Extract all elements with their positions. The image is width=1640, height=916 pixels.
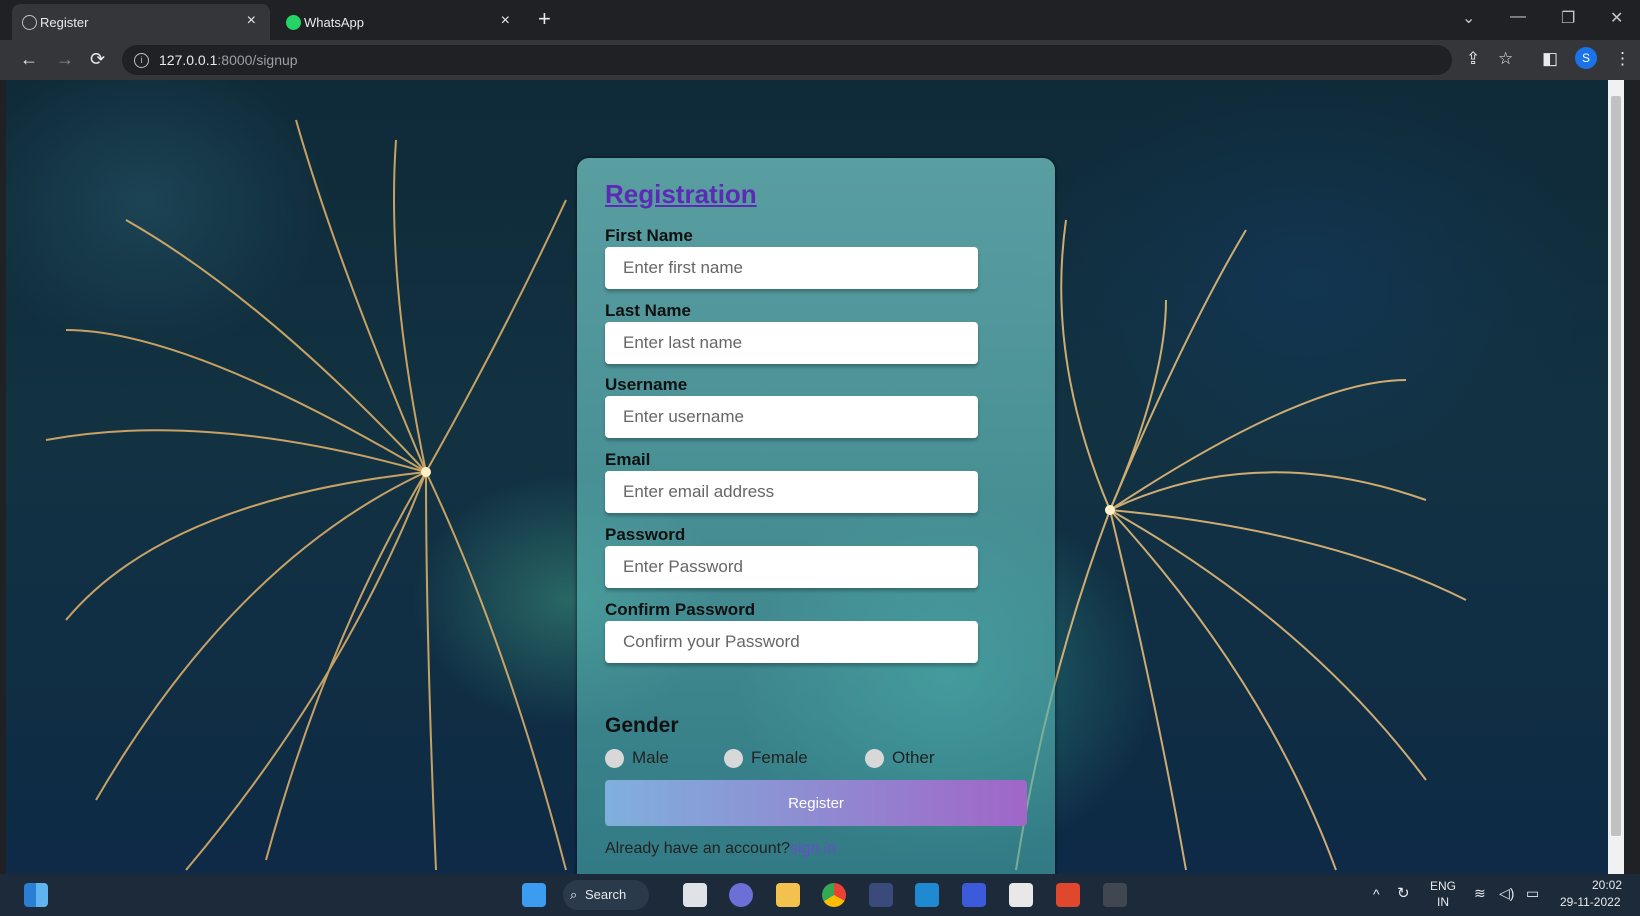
profile-avatar[interactable]: S: [1575, 47, 1597, 69]
language-top[interactable]: ENG: [1430, 879, 1456, 893]
radio-button[interactable]: [865, 748, 884, 768]
last-name-input[interactable]: [605, 322, 978, 364]
gender-label: Gender: [605, 714, 679, 737]
restore-icon[interactable]: ❐: [1561, 8, 1575, 28]
devcpp-icon[interactable]: [869, 883, 893, 907]
taskbar-search[interactable]: ⌕ Search: [563, 880, 649, 910]
office-icon[interactable]: [1056, 883, 1080, 907]
confirm-password-input[interactable]: [605, 621, 978, 663]
tab-whatsapp[interactable]: WhatsApp ×: [276, 4, 524, 40]
share-icon[interactable]: ⇪: [1466, 48, 1480, 70]
language-bottom[interactable]: IN: [1437, 895, 1449, 909]
menu-kebab-icon[interactable]: ⋮: [1614, 48, 1631, 70]
site-info-icon[interactable]: i: [134, 52, 149, 68]
file-explorer-icon[interactable]: [776, 883, 800, 907]
wifi-icon[interactable]: ≋: [1474, 885, 1486, 902]
signin-prompt-text: Already have an account?: [605, 840, 791, 857]
registration-card: Registration First Name Last Name Userna…: [577, 158, 1055, 874]
page-viewport: Registration First Name Last Name Userna…: [6, 80, 1624, 874]
bookmark-star-icon[interactable]: ☆: [1498, 48, 1513, 70]
reload-icon[interactable]: ⟳: [90, 48, 105, 70]
address-bar[interactable]: i 127.0.0.1:8000/signup: [122, 45, 1452, 75]
signin-prompt: Already have an account?sign in: [605, 840, 836, 858]
app-icon[interactable]: [962, 883, 986, 907]
chat-icon[interactable]: [729, 883, 753, 907]
password-input[interactable]: [605, 546, 978, 588]
radio-button[interactable]: [724, 748, 743, 768]
start-icon[interactable]: [522, 883, 546, 907]
confirm-password-label: Confirm Password: [605, 600, 756, 619]
page-scrollbar[interactable]: [1608, 80, 1624, 874]
clock-date[interactable]: 29-11-2022: [1560, 895, 1621, 909]
store-icon[interactable]: [1009, 883, 1033, 907]
scrollbar-thumb[interactable]: [1611, 96, 1621, 836]
email-input[interactable]: [605, 471, 978, 513]
chevron-up-icon[interactable]: ^: [1373, 886, 1380, 902]
tab-label: Register: [40, 14, 89, 30]
search-icon: ⌕: [570, 887, 578, 902]
register-button[interactable]: Register: [605, 780, 1027, 826]
last-name-label: Last Name: [605, 301, 691, 320]
volume-icon[interactable]: ◁): [1499, 885, 1514, 902]
tab-search-icon[interactable]: ⌄: [1462, 8, 1475, 28]
signin-link[interactable]: sign in: [790, 840, 836, 857]
new-tab-button[interactable]: +: [538, 8, 551, 30]
password-label: Password: [605, 525, 686, 544]
radio-button[interactable]: [605, 748, 624, 768]
username-input[interactable]: [605, 396, 978, 438]
username-label: Username: [605, 375, 688, 394]
radio-label: Other: [892, 748, 935, 767]
radio-label: Female: [751, 748, 808, 767]
page-title: Registration: [605, 179, 757, 209]
clock-time[interactable]: 20:02: [1592, 878, 1622, 892]
side-panel-icon[interactable]: ◧: [1542, 48, 1558, 70]
tab-label: WhatsApp: [304, 14, 364, 30]
gender-radio-female[interactable]: Female: [724, 748, 808, 768]
email-label: Email: [605, 450, 651, 469]
sync-icon[interactable]: ↻: [1397, 884, 1410, 902]
close-tab-icon[interactable]: ×: [501, 12, 510, 30]
back-icon[interactable]: ←: [20, 48, 38, 70]
vscode-icon[interactable]: [915, 883, 939, 907]
terminal-icon[interactable]: [1103, 883, 1127, 907]
battery-icon[interactable]: ▭: [1526, 885, 1539, 902]
close-tab-icon[interactable]: ×: [247, 12, 256, 30]
chrome-icon[interactable]: [822, 883, 846, 907]
screen: Register × WhatsApp × + ⌄ — ❐ ✕ ← → ⟳ i …: [0, 0, 1640, 916]
tab-register[interactable]: Register ×: [12, 4, 270, 40]
browser-tab-strip: Register × WhatsApp × + ⌄ — ❐ ✕: [0, 0, 1640, 40]
close-window-icon[interactable]: ✕: [1610, 8, 1623, 28]
whatsapp-icon: [286, 15, 301, 30]
first-name-input[interactable]: [605, 247, 978, 289]
search-label: Search: [585, 887, 627, 902]
gender-radio-other[interactable]: Other: [865, 748, 935, 768]
url-host: 127.0.0.1: [159, 52, 218, 68]
forward-icon[interactable]: →: [56, 48, 74, 70]
gender-radio-male[interactable]: Male: [605, 748, 669, 768]
widgets-icon[interactable]: [24, 883, 48, 907]
minimize-icon[interactable]: —: [1510, 8, 1526, 26]
windows-taskbar: ⌕ Search ^ ↻ ENG IN ≋ ◁) ▭ 20:02 29-11-2…: [0, 874, 1640, 916]
radio-label: Male: [632, 748, 669, 767]
first-name-label: First Name: [605, 226, 693, 245]
url-path: :8000/signup: [217, 52, 298, 68]
globe-icon: [22, 15, 37, 30]
task-view-icon[interactable]: [683, 883, 707, 907]
